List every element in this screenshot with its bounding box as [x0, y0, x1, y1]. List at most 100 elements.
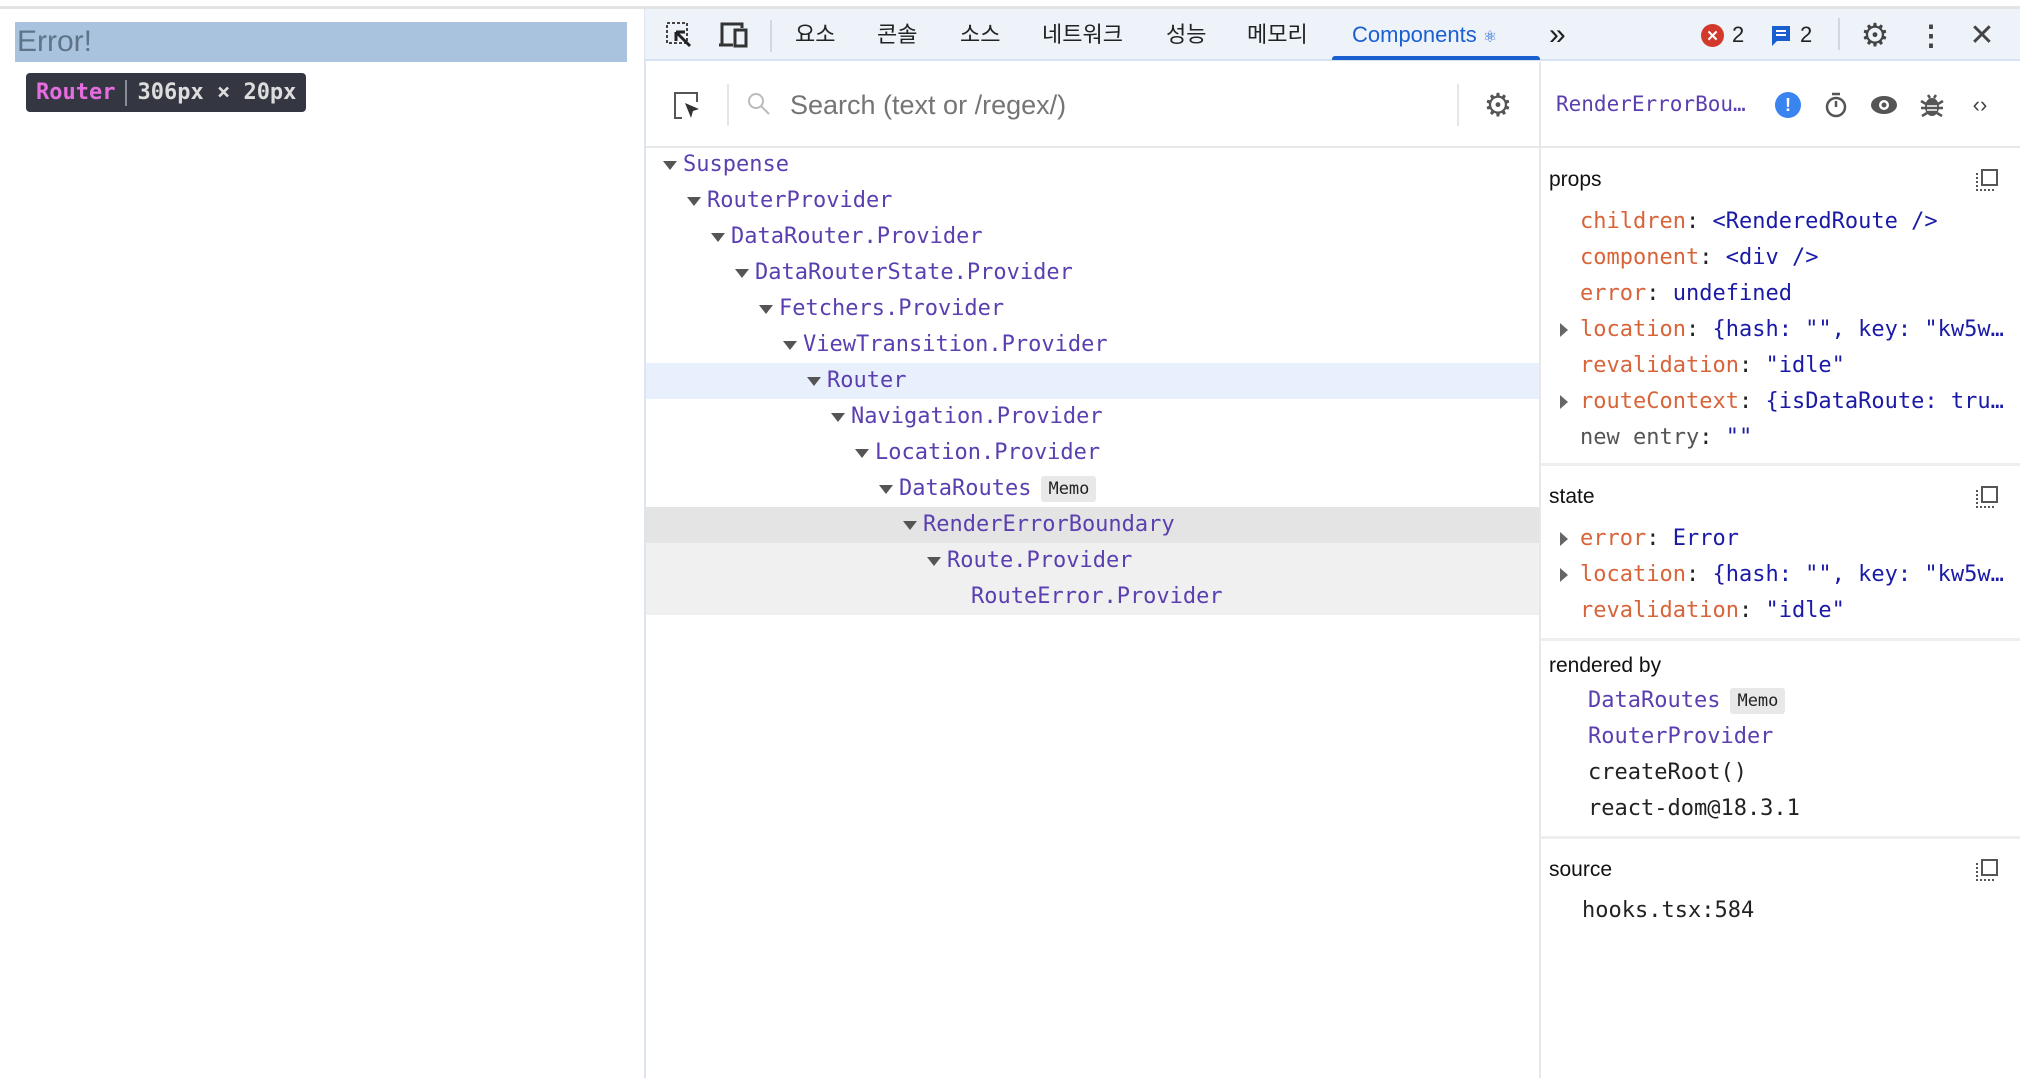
inspect-tooltip: Router 306px × 20px: [26, 73, 307, 112]
error-boundary-icon[interactable]: !: [1775, 92, 1801, 118]
prop-row[interactable]: location: {hash: "", key: "kw5w…: [1560, 557, 2015, 593]
tree-node[interactable]: Location.Provider: [646, 435, 1539, 471]
prop-key: children: [1580, 209, 1686, 234]
prop-key: component: [1580, 245, 1700, 270]
tree-node-name: ViewTransition.Provider: [803, 332, 1108, 357]
stopwatch-icon[interactable]: [1822, 90, 1850, 120]
prop-colon: :: [1738, 353, 1766, 378]
more-tabs-button[interactable]: »: [1549, 9, 1566, 61]
prop-value: undefined: [1672, 281, 1792, 306]
tab-network[interactable]: 네트워크: [1042, 9, 1123, 61]
rendered-by-name: RouterProvider: [1588, 724, 1774, 749]
prop-row[interactable]: revalidation: "idle": [1560, 593, 2015, 629]
copy-props-icon[interactable]: [1975, 168, 1999, 192]
tab-components-label: Components: [1352, 22, 1477, 47]
expand-arrow-icon[interactable]: [783, 340, 797, 350]
prop-row[interactable]: routeContext: {isDataRoute: tru…: [1560, 384, 2015, 420]
rendered-by-link[interactable]: RouterProvider: [1588, 719, 1773, 755]
rendered-by-name: react-dom@18.3.1: [1588, 796, 1800, 821]
memo-badge: Memo: [1041, 476, 1097, 502]
prop-colon: :: [1646, 526, 1673, 551]
tree-node[interactable]: Route.Provider: [646, 543, 1539, 579]
expand-arrow-icon[interactable]: [759, 304, 773, 314]
prop-key: revalidation: [1580, 598, 1739, 623]
tree-node[interactable]: DataRoutes Memo: [646, 471, 1539, 507]
tree-node[interactable]: Navigation.Provider: [646, 399, 1539, 435]
prop-row[interactable]: error: undefined: [1560, 276, 2015, 312]
prop-value: <RenderedRoute />: [1712, 209, 1938, 234]
tree-node[interactable]: RouteError.Provider: [646, 579, 1539, 615]
tab-elements[interactable]: 요소: [795, 9, 835, 61]
close-icon[interactable]: ✕: [1966, 18, 1998, 52]
expand-arrow-icon[interactable]: [879, 484, 893, 494]
expand-arrow-icon[interactable]: [735, 268, 749, 278]
tree-node[interactable]: RenderErrorBoundary: [646, 507, 1539, 543]
expand-arrow-icon[interactable]: [1560, 532, 1568, 546]
expand-arrow-icon[interactable]: [687, 196, 701, 206]
view-source-icon[interactable]: ‹›: [1966, 92, 1994, 118]
expand-arrow-icon[interactable]: [855, 448, 869, 458]
copy-state-icon[interactable]: [1975, 485, 1999, 509]
bug-icon[interactable]: [1918, 90, 1946, 120]
search-icon: [745, 90, 773, 118]
inspect-element-icon[interactable]: [662, 18, 696, 52]
search-input[interactable]: [790, 84, 1450, 126]
more-vertical-icon[interactable]: ⋮: [1917, 18, 1945, 52]
tree-node[interactable]: RouterProvider: [646, 183, 1539, 219]
tab-components[interactable]: Components ⚛: [1352, 9, 1497, 61]
rendered-by-item: react-dom@18.3.1: [1588, 791, 1800, 827]
prop-value: "idle": [1765, 353, 1845, 378]
tree-node[interactable]: Fetchers.Provider: [646, 291, 1539, 327]
prop-row[interactable]: revalidation: "idle": [1560, 348, 2015, 384]
settings-icon[interactable]: ⚙: [1858, 17, 1892, 53]
expand-arrow-icon[interactable]: [663, 160, 677, 170]
eye-icon[interactable]: [1868, 92, 1900, 118]
tree-node[interactable]: Suspense: [646, 147, 1539, 183]
device-toolbar-icon[interactable]: [717, 18, 751, 52]
tree-node[interactable]: DataRouterState.Provider: [646, 255, 1539, 291]
tree-node-name: Router: [827, 368, 907, 393]
prop-row[interactable]: error: Error: [1560, 521, 2015, 557]
prop-colon: :: [1699, 425, 1726, 450]
tree-node-name: RouteError.Provider: [971, 584, 1223, 609]
error-icon[interactable]: ✕: [1701, 24, 1724, 47]
source-location[interactable]: hooks.tsx:584: [1582, 893, 1754, 929]
tab-sources[interactable]: 소스: [960, 9, 1000, 61]
tree-node[interactable]: Router: [646, 363, 1539, 399]
prop-key: location: [1580, 317, 1686, 342]
prop-colon: :: [1685, 317, 1713, 342]
expand-arrow-icon[interactable]: [1560, 323, 1568, 337]
prop-row[interactable]: children: <RenderedRoute />: [1560, 204, 2015, 240]
prop-row[interactable]: component: <div />: [1560, 240, 2015, 276]
prop-row[interactable]: location: {hash: "", key: "kw5w…: [1560, 312, 2015, 348]
expand-arrow-icon[interactable]: [831, 412, 845, 422]
tree-node[interactable]: DataRouter.Provider: [646, 219, 1539, 255]
tooltip-divider: [125, 79, 128, 106]
expand-arrow-icon[interactable]: [1560, 395, 1568, 409]
expand-arrow-icon[interactable]: [927, 556, 941, 566]
expand-arrow-icon[interactable]: [711, 232, 725, 242]
expand-arrow-icon[interactable]: [1560, 568, 1568, 582]
section-divider: [1541, 463, 2020, 466]
expand-arrow-icon[interactable]: [903, 520, 917, 530]
react-icon: ⚛: [1482, 29, 1498, 46]
tree-node-name: Route.Provider: [947, 548, 1133, 573]
select-element-icon[interactable]: [671, 89, 703, 123]
expand-arrow-icon[interactable]: [807, 376, 821, 386]
prop-row[interactable]: new entry: "": [1560, 420, 2015, 456]
copy-source-icon[interactable]: [1975, 858, 1999, 882]
message-count[interactable]: 2: [1800, 9, 1812, 61]
tab-memory[interactable]: 메모리: [1247, 9, 1308, 61]
prop-key: new entry: [1580, 425, 1700, 450]
rendered-by-name: DataRoutes: [1588, 688, 1721, 713]
tree-node[interactable]: ViewTransition.Provider: [646, 327, 1539, 363]
tree-node-name: Fetchers.Provider: [779, 296, 1005, 321]
prop-colon: :: [1738, 389, 1766, 414]
rendered-by-link[interactable]: DataRoutes Memo: [1588, 683, 1786, 719]
tab-console[interactable]: 콘솔: [877, 9, 917, 61]
tab-performance[interactable]: 성능: [1166, 9, 1206, 61]
message-icon[interactable]: [1770, 24, 1792, 48]
error-count[interactable]: 2: [1732, 9, 1744, 61]
tree-settings-icon[interactable]: ⚙: [1481, 87, 1515, 123]
prop-value: "": [1725, 425, 1753, 450]
